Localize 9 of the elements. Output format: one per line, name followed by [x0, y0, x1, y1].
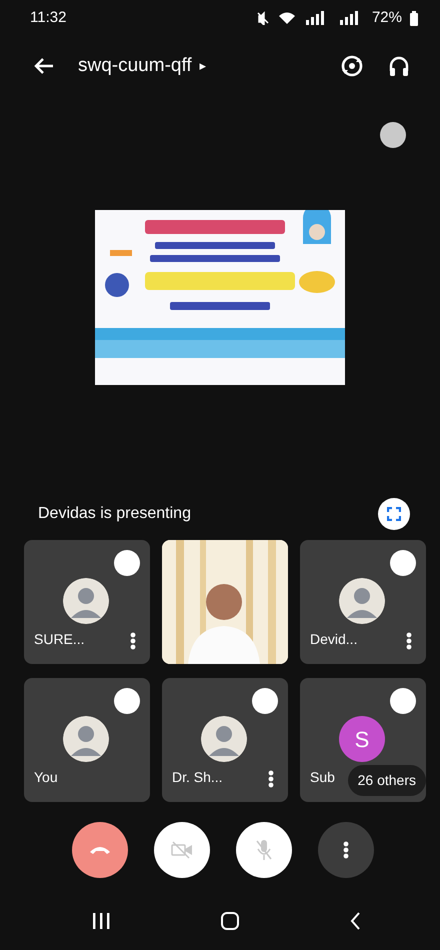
participant-name: Sub: [310, 768, 335, 787]
participant-name: Devid...: [310, 630, 358, 649]
battery-level: 72%: [372, 8, 402, 28]
participant-name: You: [34, 768, 58, 787]
participant-name: SURE...: [34, 630, 85, 649]
avatar: S: [339, 716, 385, 762]
status-time: 11:32: [30, 8, 66, 28]
participant-name: Dr. Sh...: [172, 768, 223, 787]
presenting-label: Devidas is presenting: [38, 504, 191, 524]
